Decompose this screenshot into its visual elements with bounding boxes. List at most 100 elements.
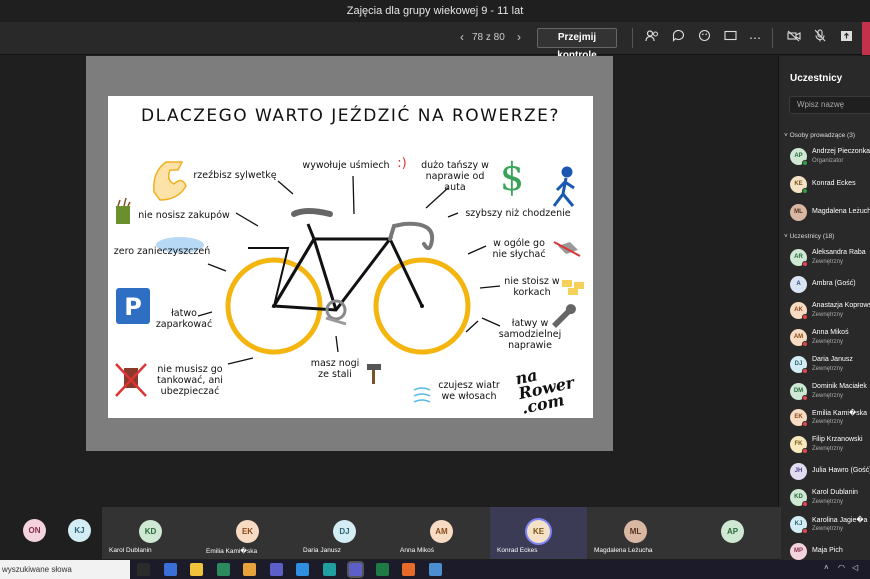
taskbar-search[interactable]: wyszukiwane słowa xyxy=(0,560,130,579)
video-tile[interactable]: AM Anna Mikoś xyxy=(393,507,490,559)
participant-name: Anna Mikoś xyxy=(812,329,849,337)
presence-dot xyxy=(802,160,808,166)
hammer-icon xyxy=(367,364,381,384)
label-zero-pollution: zero zanieczyszczeń xyxy=(113,246,211,257)
video-strip: ON KJ KD Karol Dublanin EK Emilia Kami�ska DJ… xyxy=(0,506,781,560)
avatar: ON xyxy=(23,519,46,542)
participant-row[interactable]: FK Filip Krzanowski Zewnętrzny xyxy=(790,434,870,456)
excel-icon[interactable] xyxy=(375,563,389,576)
video-tile[interactable]: KD Karol Dublanin xyxy=(102,507,199,559)
share-tray-icon[interactable] xyxy=(837,29,855,47)
dollar-icon: $ xyxy=(500,155,524,199)
label-cheaper: dużo tańszy w naprawie od auta xyxy=(421,160,489,193)
participant-row[interactable]: AM Anna Mikoś Zewnętrzny xyxy=(790,327,870,349)
reactions-icon[interactable] xyxy=(695,29,713,47)
task-view-icon[interactable] xyxy=(137,563,150,576)
teams-active-icon[interactable] xyxy=(349,563,362,576)
smiley-icon: :) xyxy=(397,156,407,171)
edge-icon[interactable] xyxy=(322,563,336,576)
participant-row[interactable]: AKAnastazja KoprowskaZewnętrzny xyxy=(790,300,870,322)
participant-row[interactable]: EK Emilia Kami�ska Zewnętrzny xyxy=(790,407,870,429)
participant-name: Magdalena Leżucha xyxy=(812,208,870,215)
camera-off-icon[interactable] xyxy=(785,29,803,47)
paint-icon[interactable] xyxy=(216,563,230,576)
participant-name: Ambra (Gość) xyxy=(812,279,856,287)
participant-name: Aleksandra Raba xyxy=(812,249,866,256)
no-fuel-icon xyxy=(115,363,147,397)
video-tile[interactable]: KE Konrad Eckes xyxy=(490,507,587,559)
participant-role: Organizator xyxy=(812,158,844,164)
wifi-icon[interactable]: ◠ xyxy=(838,563,845,572)
participant-name: Daria Janusz xyxy=(812,355,853,363)
presenters-header[interactable]: ˅ Osoby prowadzące (3) xyxy=(784,132,855,139)
vscode-icon[interactable] xyxy=(296,563,309,576)
take-control-button[interactable]: Przejmij kontrolę xyxy=(537,28,617,61)
presence-dot xyxy=(802,447,808,454)
chat-icon[interactable] xyxy=(669,29,687,47)
participant-role: Zewnętrzny xyxy=(812,445,844,452)
tile-name: Anna Mikoś xyxy=(400,547,434,554)
video-tile[interactable]: ML Magdalena Leżucha xyxy=(587,507,684,559)
label-steel-legs: masz nogi ze stali xyxy=(310,358,360,380)
chevron-right-icon[interactable]: › xyxy=(517,30,521,44)
video-tile[interactable]: DJ Daria Janusz xyxy=(296,507,393,559)
participant-row[interactable]: KJ Karolina Jagie�a Zewnętrzny xyxy=(790,514,870,536)
participant-row[interactable]: MP Maja Pich xyxy=(790,541,870,560)
participant-row[interactable]: AR Aleksandra Raba Zewnętrzny xyxy=(790,247,870,269)
participants-icon[interactable] xyxy=(643,29,661,47)
participant-name: Karol Dublanin xyxy=(812,489,858,497)
participant-name: Filip Krzanowski xyxy=(812,435,863,443)
avatar: KJ xyxy=(68,519,91,542)
participant-name: Karolina Jagie�a xyxy=(812,517,868,524)
participant-role: Zewnętrzny xyxy=(812,526,844,532)
attendees-header[interactable]: ˅ Uczestnicy (18) xyxy=(784,233,834,240)
participant-row[interactable]: A Ambra (Gość) xyxy=(790,274,870,296)
avatar: JH xyxy=(790,462,807,480)
avatar: AP xyxy=(721,520,744,543)
toolbar-divider xyxy=(772,28,773,48)
participant-name: Emilia Kami�ska xyxy=(812,410,868,418)
participant-role: Zewnętrzny xyxy=(812,365,844,372)
other-app-icon[interactable] xyxy=(428,563,442,576)
chevron-left-icon[interactable]: ‹ xyxy=(460,30,464,44)
more-icon[interactable]: ⋯ xyxy=(746,29,764,47)
taskbar: wyszukiwane słowa ˄ ◠ ◁ xyxy=(0,560,870,579)
avatar: KD xyxy=(139,520,162,543)
label-sculpt: rzeźbisz sylwetkę xyxy=(193,170,277,181)
participant-name: Andrzej Pieczonka xyxy=(812,148,870,155)
participant-row[interactable]: JH Julia Hawro (Gość) xyxy=(790,461,870,483)
presentation-frame: DLACZEGO WARTO JEŹDZIĆ NA ROWERZE? $ rze… xyxy=(86,56,613,451)
video-tile[interactable]: AP xyxy=(684,507,781,559)
chrome-icon[interactable] xyxy=(243,563,256,576)
participants-panel: Uczestnicy Wpisz nazwę ˅ Osoby prowadząc… xyxy=(778,56,870,560)
participant-row[interactable]: KE Konrad Eckes xyxy=(790,174,870,196)
participant-name: Maja Pich xyxy=(812,546,843,554)
presence-dot xyxy=(802,528,808,534)
file-explorer-icon[interactable] xyxy=(190,563,203,576)
firefox-icon[interactable] xyxy=(402,563,415,576)
avatar: ML xyxy=(624,520,647,543)
tile-name: Konrad Eckes xyxy=(497,547,538,554)
presence-dot xyxy=(802,314,808,321)
label-smile: wywołuje uśmiech xyxy=(302,160,390,171)
participant-role: Zewnętrzny xyxy=(812,259,844,265)
window-title: Zajęcia dla grupy wiekowej 9 - 11 lat xyxy=(0,0,870,22)
participant-row[interactable]: DM Dominik Maciałek Zewnętrzny xyxy=(790,381,870,403)
volume-icon[interactable]: ◁ xyxy=(852,563,858,572)
mic-off-icon[interactable] xyxy=(811,29,829,47)
leave-button[interactable] xyxy=(862,22,870,55)
search-input[interactable]: Wpisz nazwę xyxy=(789,96,870,114)
participant-row[interactable]: ML Magdalena Leżucha xyxy=(790,202,870,224)
widgets-icon[interactable] xyxy=(163,563,177,576)
label-no-shopping: nie nosisz zakupów xyxy=(138,210,230,221)
avatar: KE xyxy=(527,520,550,543)
chevron-up-icon[interactable]: ˄ xyxy=(824,563,829,572)
participant-row[interactable]: DJ Daria Janusz Zewnętrzny xyxy=(790,354,870,376)
participant-row[interactable]: AP Andrzej Pieczonka Organizator xyxy=(790,146,870,168)
toolbar-divider xyxy=(632,28,633,48)
share-screen-icon[interactable] xyxy=(721,29,739,47)
participant-row[interactable]: KD Karol Dublanin Zewnętrzny xyxy=(790,487,870,509)
video-tile[interactable]: EK Emilia Kami�ska xyxy=(199,507,296,559)
tile-name: Emilia Kami�ska xyxy=(206,548,258,555)
teams-icon[interactable] xyxy=(269,563,283,576)
